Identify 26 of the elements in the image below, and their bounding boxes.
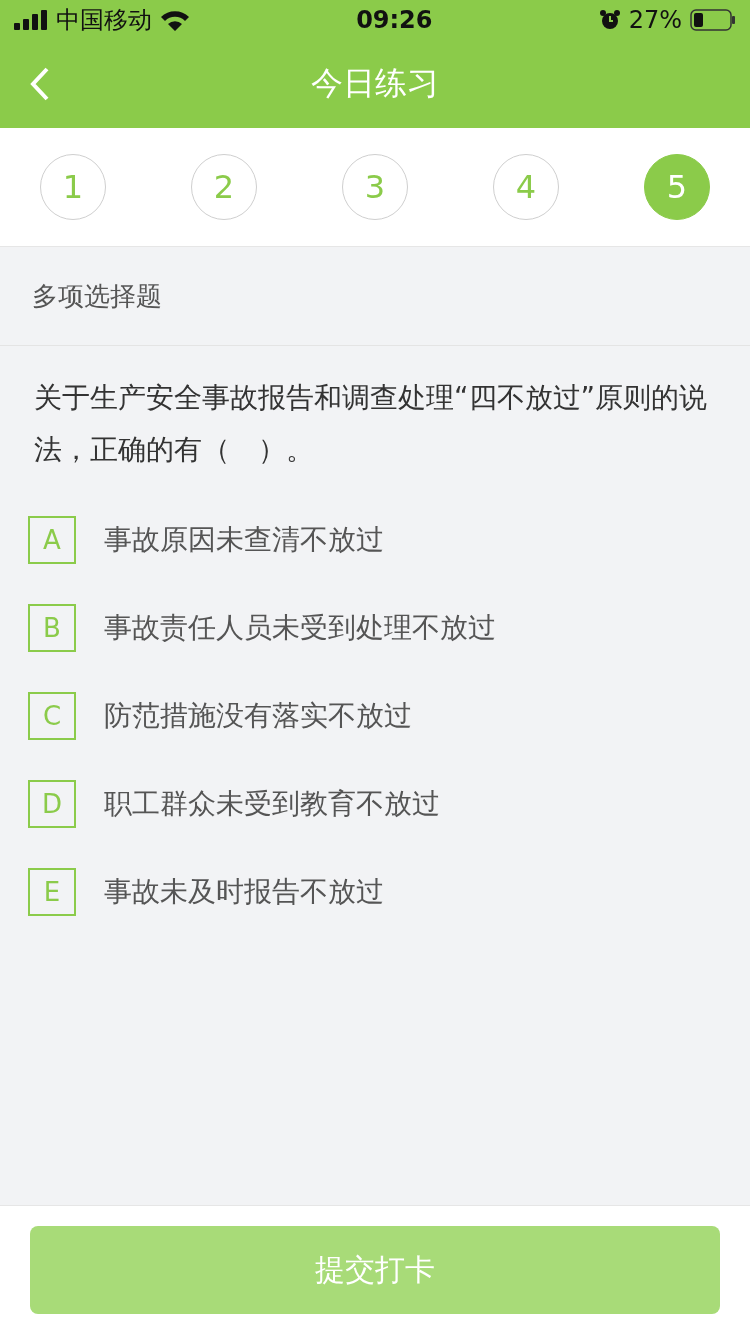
back-chevron-icon [30,67,50,101]
option-checkbox[interactable]: D [28,780,76,828]
wifi-icon [160,9,190,31]
question-number-tab[interactable]: 5 [644,154,710,220]
battery-percent: 27% [628,6,682,34]
option-text[interactable]: 事故未及时报告不放过 [104,873,384,911]
question-number-tab[interactable]: 1 [40,154,106,220]
question-number-tab[interactable]: 3 [342,154,408,220]
page-title: 今日练习 [311,63,439,104]
option-text[interactable]: 职工群众未受到教育不放过 [104,785,440,823]
carrier-name: 中国移动 [56,5,152,36]
option-checkbox[interactable]: B [28,604,76,652]
option-checkbox[interactable]: E [28,868,76,916]
question-type: 多项选择题 [32,279,162,313]
clock-time: 09:26 [356,6,433,34]
option-text[interactable]: 事故责任人员未受到处理不放过 [104,609,496,647]
option-text[interactable]: 事故原因未查清不放过 [104,521,384,559]
question-number-tab[interactable]: 2 [191,154,257,220]
option-text[interactable]: 防范措施没有落实不放过 [104,697,412,735]
option-checkbox[interactable]: A [28,516,76,564]
option-checkbox[interactable]: C [28,692,76,740]
battery-icon [690,9,736,31]
alarm-clock-icon [598,9,621,31]
question-number-tab[interactable]: 4 [493,154,559,220]
question-text: 关于生产安全事故报告和调查处理“四不放过”原则的说法，正确的有（ ）。 [34,380,708,468]
signal-icon [14,10,48,30]
